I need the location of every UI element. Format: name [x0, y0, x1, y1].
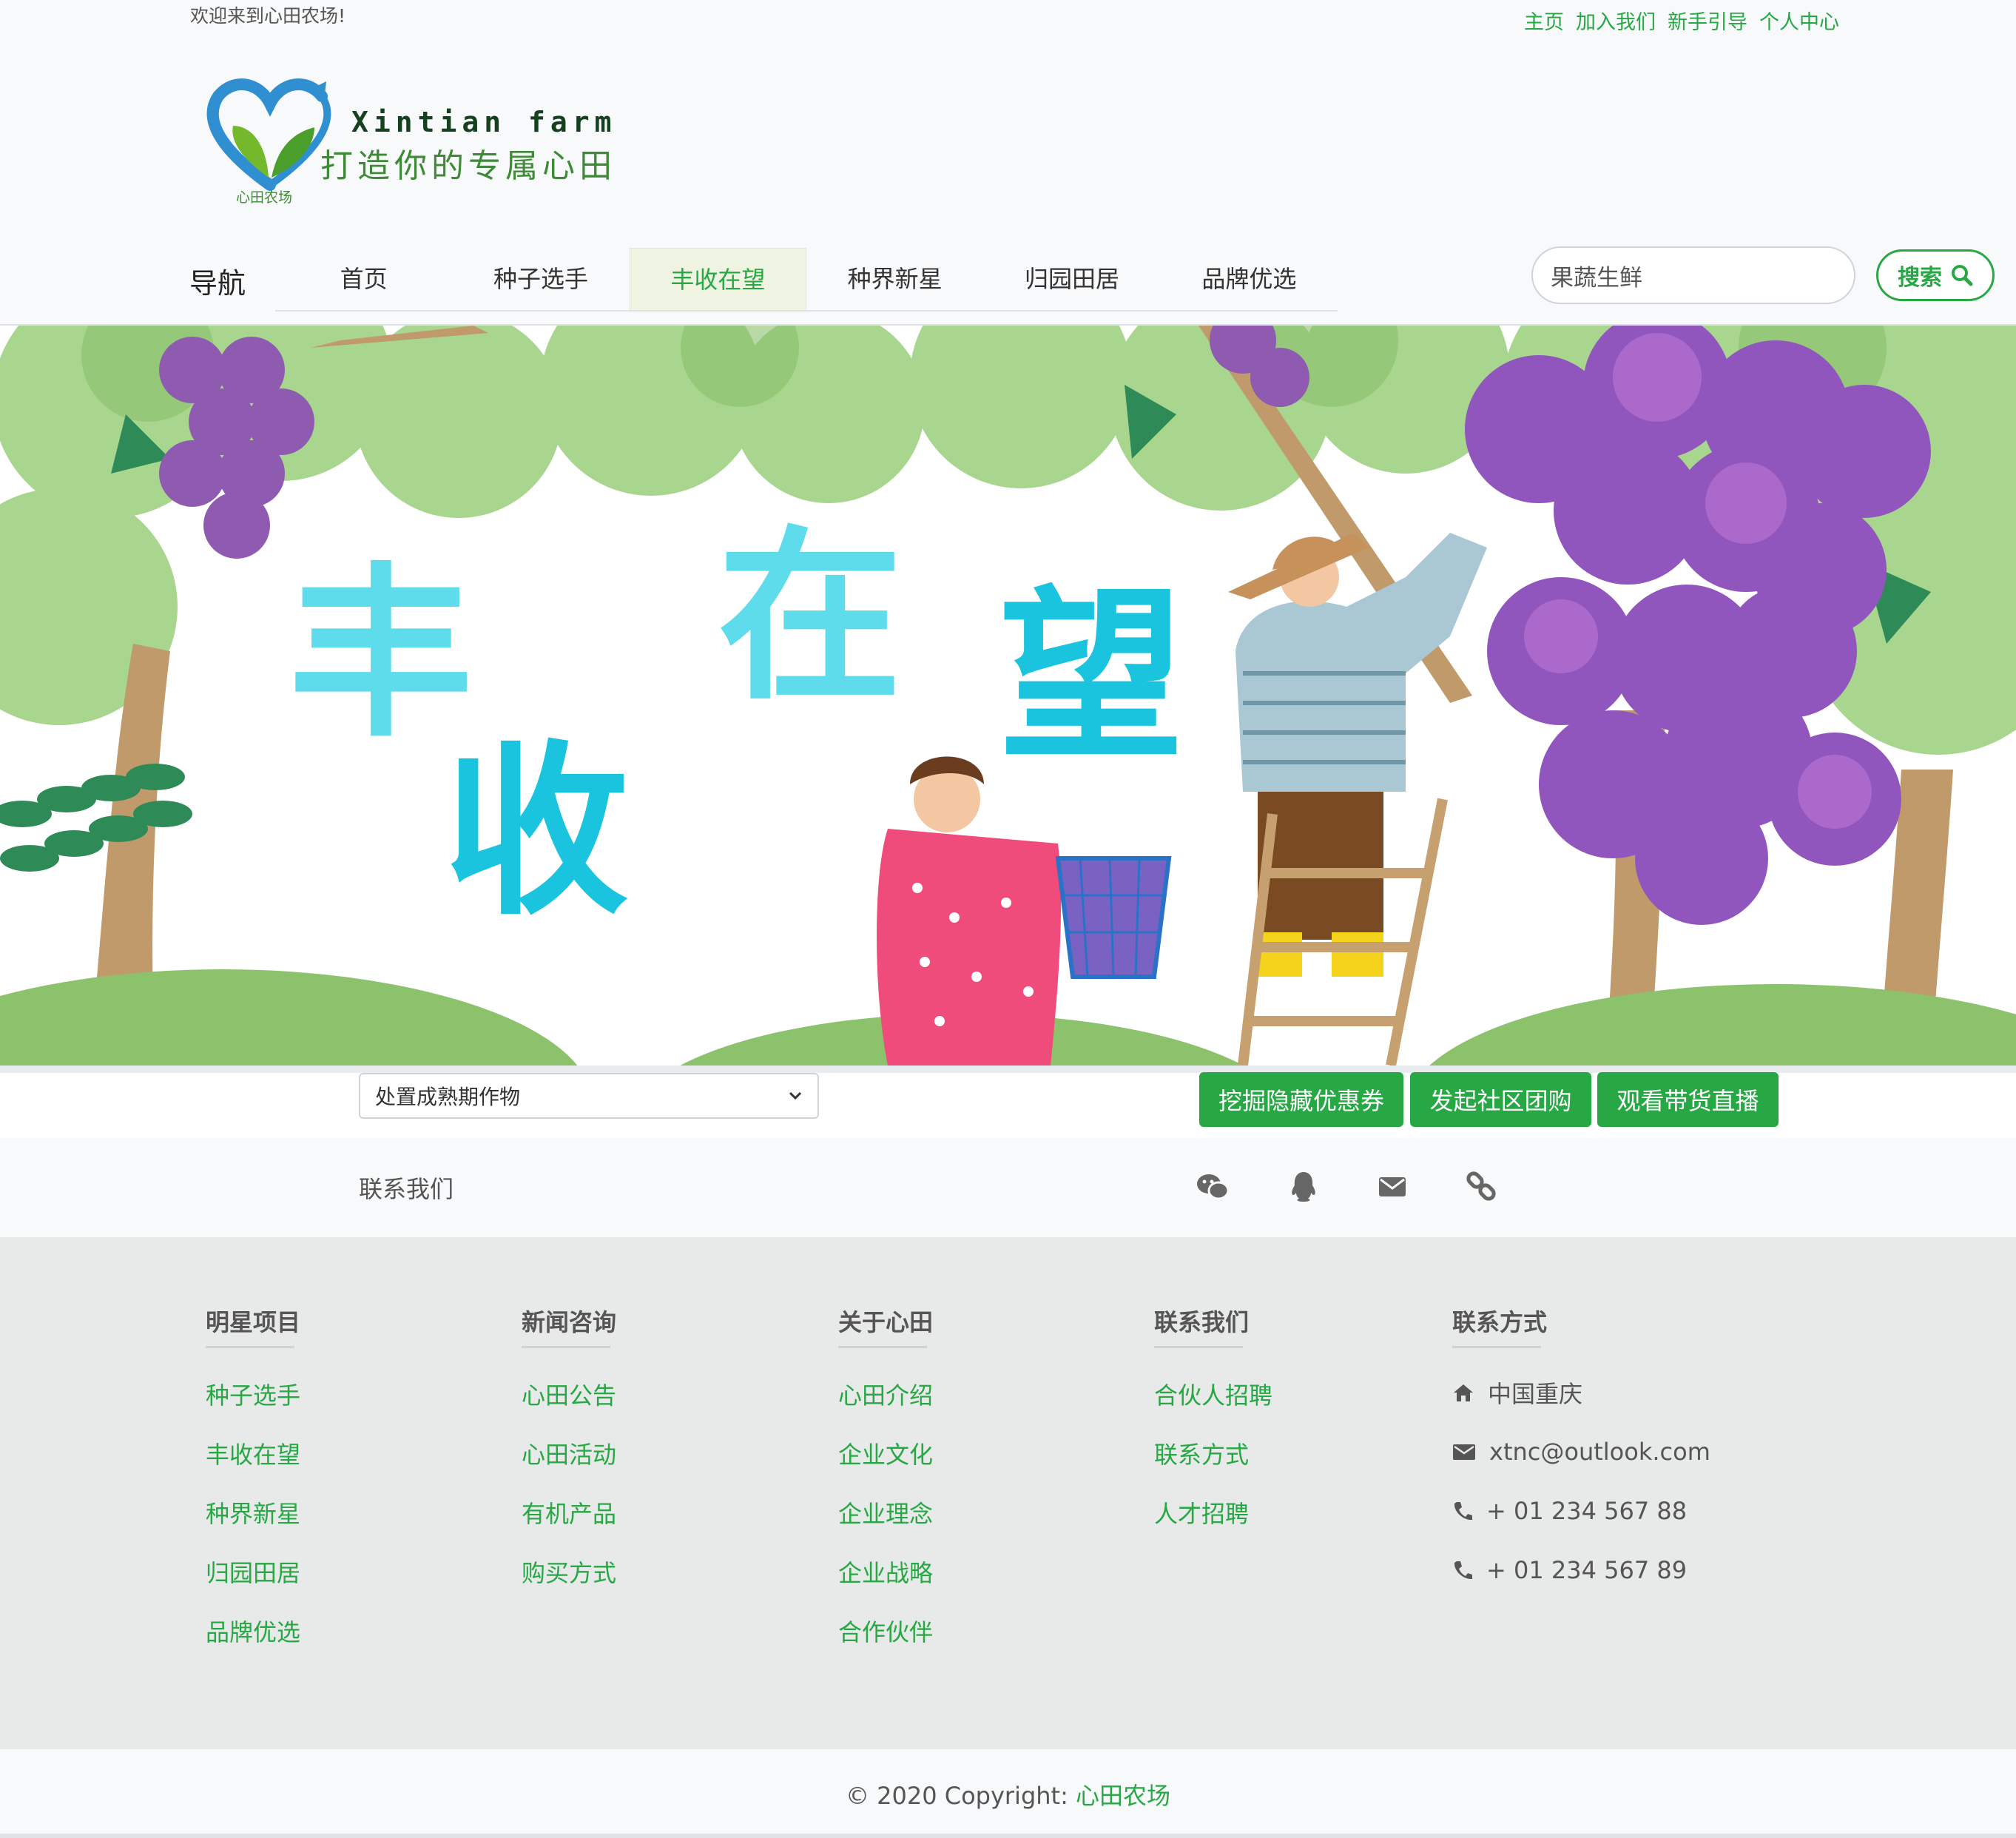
- footer: [0, 1237, 2016, 1749]
- logo-name-cn: 心田农场: [236, 189, 293, 206]
- site-logo[interactable]: Xintian farm 打造你的专属心田 心田农场: [203, 74, 647, 215]
- contact-address-text: 中国重庆: [1488, 1380, 1583, 1408]
- live-stream-button[interactable]: 观看带货直播: [1597, 1072, 1779, 1127]
- nav-menu: 首页 种子选手 丰收在望 种界新星 归园田居 品牌优选: [275, 248, 1338, 312]
- footer-link[interactable]: 企业战略: [838, 1558, 933, 1588]
- home-icon: [1454, 1384, 1473, 1401]
- heart-logo-icon: [206, 78, 331, 191]
- logo-slogan: 打造你的专属心田: [320, 147, 616, 185]
- contact-phone-text: + 01 234 567 89: [1486, 1556, 1688, 1584]
- search-input[interactable]: [1531, 246, 1855, 304]
- copyright-brand-link[interactable]: 心田农场: [1076, 1782, 1170, 1810]
- contact-email-text: xtnc@outlook.com: [1489, 1438, 1710, 1466]
- crop-action-select[interactable]: 处置成熟期作物: [359, 1073, 819, 1119]
- coupon-button[interactable]: 挖掘隐藏优惠券: [1199, 1072, 1403, 1127]
- footer-link[interactable]: 有机产品: [522, 1499, 616, 1529]
- footer-link[interactable]: 心田公告: [522, 1381, 616, 1410]
- search-button[interactable]: 搜索: [1876, 249, 1995, 301]
- footer-col-contact-us: 联系我们 合伙人招聘 联系方式 人才招聘: [1154, 1304, 1272, 1529]
- top-link-guide[interactable]: 新手引导: [1668, 6, 1747, 35]
- footer-heading: 明星项目: [206, 1304, 300, 1348]
- nav-item-seed-players[interactable]: 种子选手: [452, 248, 629, 310]
- footer-col-projects: 明星项目 种子选手 丰收在望 种界新星 归园田居 品牌优选: [206, 1304, 300, 1647]
- copyright-prefix: © 2020 Copyright:: [845, 1782, 1076, 1810]
- top-link-profile[interactable]: 个人中心: [1759, 6, 1839, 35]
- qq-icon[interactable]: [1286, 1169, 1321, 1205]
- nav-item-countryside[interactable]: 归园田居: [983, 248, 1160, 310]
- footer-link[interactable]: 品牌优选: [206, 1617, 300, 1647]
- footer-link[interactable]: 合伙人招聘: [1154, 1381, 1272, 1410]
- logo-name-en: Xintian farm: [351, 106, 617, 138]
- contact-phone-text: + 01 234 567 88: [1486, 1497, 1688, 1525]
- footer-link[interactable]: 归园田居: [206, 1558, 300, 1588]
- chevron-down-icon: [789, 1091, 802, 1100]
- wechat-icon[interactable]: [1196, 1169, 1231, 1205]
- footer-col-news: 新闻咨询 心田公告 心田活动 有机产品 购买方式: [522, 1304, 616, 1588]
- search-button-label: 搜索: [1898, 265, 1942, 291]
- phone-icon: [1454, 1561, 1472, 1580]
- contact-phone: + 01 234 567 88: [1452, 1496, 1710, 1526]
- contact-label: 联系我们: [359, 1175, 454, 1203]
- footer-link[interactable]: 购买方式: [522, 1558, 616, 1588]
- top-links: 主页 加入我们 新手引导 个人中心: [1524, 6, 1839, 35]
- envelope-icon: [1453, 1444, 1475, 1460]
- nav-item-brands[interactable]: 品牌优选: [1161, 248, 1338, 310]
- footer-link[interactable]: 心田活动: [522, 1440, 616, 1470]
- footer-link[interactable]: 企业文化: [838, 1440, 933, 1470]
- phone-icon: [1454, 1502, 1472, 1521]
- nav-item-home[interactable]: 首页: [275, 248, 452, 310]
- footer-heading: 新闻咨询: [522, 1304, 616, 1348]
- copyright: © 2020 Copyright: 心田农场: [0, 1777, 2016, 1811]
- footer-link[interactable]: 种子选手: [206, 1381, 300, 1410]
- welcome-text: 欢迎来到心田农场!: [190, 5, 346, 27]
- contact-address: 中国重庆: [1452, 1378, 1710, 1408]
- link-icon[interactable]: [1463, 1169, 1499, 1205]
- banner-illustration: [0, 326, 2016, 1066]
- nav-item-harvest[interactable]: 丰收在望: [629, 248, 806, 310]
- search-icon: [1952, 265, 1973, 286]
- group-buy-button[interactable]: 发起社区团购: [1410, 1072, 1591, 1127]
- contact-row: [0, 1138, 2016, 1237]
- footer-link[interactable]: 联系方式: [1154, 1440, 1272, 1470]
- nav-title: 导航: [189, 267, 246, 300]
- footer-link[interactable]: 企业理念: [838, 1499, 933, 1529]
- footer-link[interactable]: 丰收在望: [206, 1440, 300, 1470]
- crop-select-value: 处置成熟期作物: [375, 1085, 521, 1109]
- footer-col-contact-info: 联系方式 中国重庆 xtnc@outlook.com + 01 234 567 …: [1452, 1304, 1710, 1585]
- footer-heading: 关于心田: [838, 1304, 933, 1348]
- footer-link[interactable]: 心田介绍: [838, 1381, 933, 1410]
- contact-email: xtnc@outlook.com: [1452, 1437, 1710, 1467]
- footer-heading: 联系方式: [1452, 1304, 1710, 1348]
- footer-link[interactable]: 合作伙伴: [838, 1617, 933, 1647]
- top-link-join[interactable]: 加入我们: [1576, 6, 1656, 35]
- harvest-banner: 丰 收 在 望: [0, 326, 2016, 1066]
- footer-heading: 联系我们: [1154, 1304, 1272, 1348]
- nav-item-new-stars[interactable]: 种界新星: [806, 248, 983, 310]
- footer-link[interactable]: 种界新星: [206, 1499, 300, 1529]
- envelope-icon[interactable]: [1375, 1169, 1410, 1205]
- top-link-home[interactable]: 主页: [1524, 6, 1564, 35]
- footer-link[interactable]: 人才招聘: [1154, 1499, 1272, 1529]
- contact-phone: + 01 234 567 89: [1452, 1555, 1710, 1585]
- footer-col-about: 关于心田 心田介绍 企业文化 企业理念 企业战略 合作伙伴: [838, 1304, 933, 1647]
